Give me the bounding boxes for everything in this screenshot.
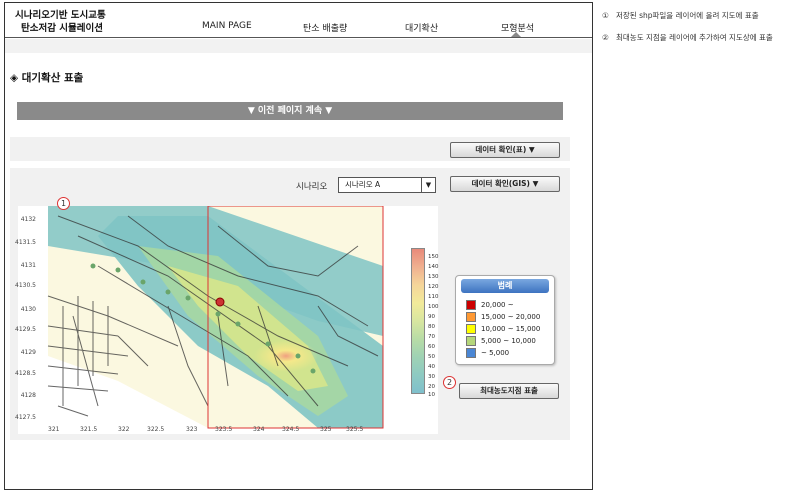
note-item: ① 저장된 shp파일을 레이어에 올려 지도에 표출: [602, 11, 782, 21]
data-gis-button[interactable]: 데이터 확인(GIS) ▼: [450, 176, 560, 192]
legend-swatch: [466, 312, 476, 322]
x-tick: 322.5: [147, 426, 165, 433]
app-title-line1: 시나리오기반 도시교통: [15, 10, 106, 21]
x-tick: 321: [48, 426, 60, 433]
note-text: 최대농도 지점을 레이어에 추가하여 지도상에 표출: [616, 33, 773, 42]
map-legend: 범례 20,000 ~ 15,000 ~ 20,000 10,000 ~ 15,…: [455, 275, 555, 365]
legend-item: ~ 5,000: [466, 348, 509, 359]
y-tick: 4128: [20, 392, 36, 399]
legend-swatch: [466, 348, 476, 358]
color-scale-value: 110: [428, 294, 439, 300]
annotation-marker-1: 1: [57, 197, 70, 210]
color-scale-value: 80: [428, 324, 435, 330]
note-text: 저장된 shp파일을 레이어에 올려 지도에 표출: [616, 11, 759, 20]
color-scale-value: 120: [428, 284, 439, 290]
legend-item: 5,000 ~ 10,000: [466, 336, 536, 347]
dispersion-map[interactable]: [18, 205, 438, 434]
section-title: ◈ 대기확산 표출: [10, 72, 84, 84]
color-scale-value: 70: [428, 334, 435, 340]
x-tick: 325.5: [346, 426, 364, 433]
y-tick: 4127.5: [15, 414, 36, 421]
x-tick: 325: [320, 426, 332, 433]
legend-label: 5,000 ~ 10,000: [481, 337, 536, 345]
y-tick: 4129: [20, 349, 36, 356]
legend-swatch: [466, 300, 476, 310]
nav-carbon-emission[interactable]: 탄소 배출량: [303, 21, 347, 34]
side-notes: ① 저장된 shp파일을 레이어에 올려 지도에 표출 ② 최대농도 지점을 레…: [602, 11, 782, 55]
legend-item: 20,000 ~: [466, 300, 514, 311]
app-title-line2: 탄소저감 시뮬레이션: [21, 23, 103, 34]
y-tick: 4128.5: [15, 370, 36, 377]
nav-divider: [5, 37, 592, 38]
color-scale-value: 20: [428, 384, 435, 390]
legend-label: 20,000 ~: [481, 301, 514, 309]
color-scale-value: 40: [428, 364, 435, 370]
chevron-down-icon[interactable]: ▼: [421, 178, 435, 192]
scenario-select-value: 시나리오 A: [345, 180, 381, 189]
x-tick: 324.5: [282, 426, 300, 433]
legend-swatch: [466, 336, 476, 346]
x-tick: 323.5: [215, 426, 233, 433]
color-scale-value: 90: [428, 314, 435, 320]
color-scale-value: 30: [428, 374, 435, 380]
max-concentration-marker[interactable]: [215, 297, 225, 307]
app-title: 시나리오기반 도시교통 탄소저감 시뮬레이션: [15, 9, 106, 35]
y-tick: 4132: [20, 216, 36, 223]
y-tick: 4130: [20, 306, 36, 313]
max-concentration-button[interactable]: 최대농도지점 표출: [459, 383, 559, 399]
sub-bar: [5, 39, 592, 53]
nav-main-page[interactable]: MAIN PAGE: [202, 21, 252, 31]
color-scale-value: 150: [428, 254, 439, 260]
legend-item: 15,000 ~ 20,000: [466, 312, 540, 323]
legend-swatch: [466, 324, 476, 334]
note-number: ②: [602, 33, 609, 42]
prev-page-continue-bar[interactable]: ▼ 이전 페이지 계속 ▼: [17, 102, 563, 120]
nav-air-diffusion[interactable]: 대기확산: [405, 21, 438, 34]
annotation-marker-2: 2: [443, 376, 456, 389]
x-tick: 324: [253, 426, 265, 433]
data-table-button[interactable]: 데이터 확인(표) ▼: [450, 142, 560, 158]
color-scale-value: 130: [428, 274, 439, 280]
legend-item: 10,000 ~ 15,000: [466, 324, 540, 335]
note-item: ② 최대농도 지점을 레이어에 추가하여 지도상에 표출: [602, 33, 782, 43]
color-scale-value: 10: [428, 392, 435, 398]
y-tick: 4131.5: [15, 239, 36, 246]
x-tick: 322: [118, 426, 130, 433]
legend-title: 범례: [461, 279, 549, 293]
y-tick: 4131: [20, 262, 36, 269]
legend-label: 10,000 ~ 15,000: [481, 325, 541, 333]
legend-label: ~ 5,000: [481, 349, 510, 357]
color-scale-value: 100: [428, 304, 439, 310]
top-nav: 시나리오기반 도시교통 탄소저감 시뮬레이션 MAIN PAGE 탄소 배출량 …: [5, 3, 592, 37]
color-scale-value: 50: [428, 354, 435, 360]
scenario-label: 시나리오: [296, 182, 328, 192]
scenario-select[interactable]: 시나리오 A ▼: [338, 177, 436, 193]
y-tick: 4130.5: [15, 282, 36, 289]
x-tick: 323: [186, 426, 198, 433]
color-scale-value: 140: [428, 264, 439, 270]
color-scale-value: 60: [428, 344, 435, 350]
y-tick: 4129.5: [15, 326, 36, 333]
x-tick: 321.5: [80, 426, 98, 433]
color-scale-bar: [411, 248, 425, 394]
note-number: ①: [602, 11, 609, 20]
legend-label: 15,000 ~ 20,000: [481, 313, 541, 321]
map-area[interactable]: [18, 205, 438, 434]
